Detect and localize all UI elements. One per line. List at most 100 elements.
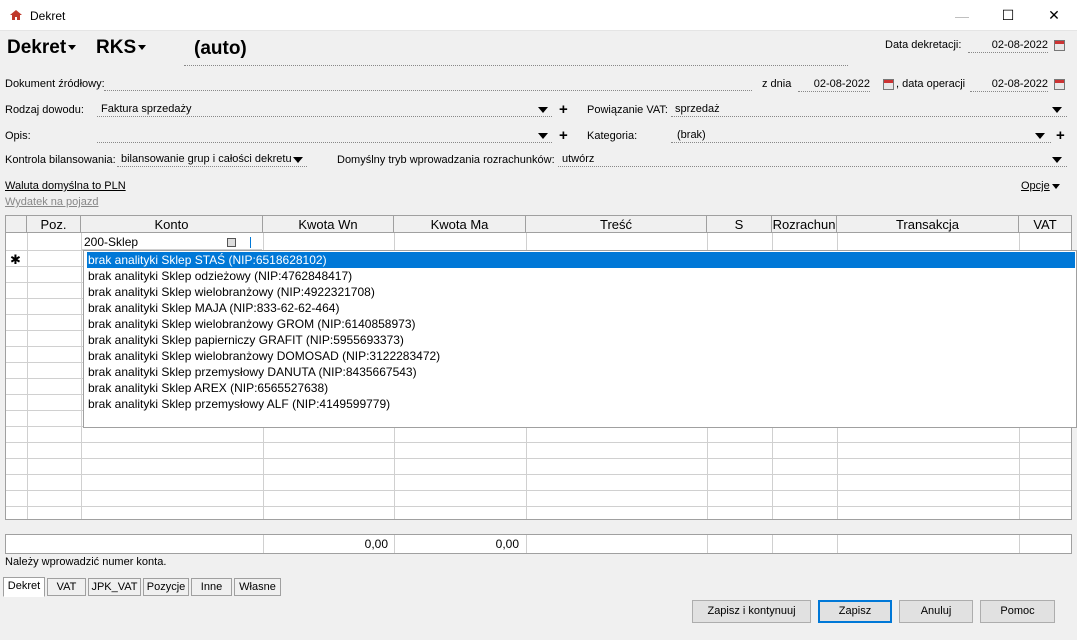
waluta-link[interactable]: Waluta domyślna to PLN (5, 180, 126, 192)
rodzaj-dowodu-value: Faktura sprzedaży (101, 103, 192, 115)
tab-dekret[interactable]: Dekret (3, 577, 45, 597)
konto-suggestion-item[interactable]: brak analityki Sklep papierniczy GRAFIT … (87, 332, 1075, 348)
sum-ma: 0,00 (495, 537, 519, 551)
chevron-down-icon[interactable] (538, 107, 548, 113)
chevron-down-icon[interactable] (1035, 133, 1045, 139)
powiazanie-vat-select[interactable]: sprzedaż (671, 103, 1067, 117)
tab-vat[interactable]: VAT (47, 578, 86, 596)
col-rozrachun[interactable]: Rozrachun (772, 216, 837, 233)
col-s[interactable]: S (707, 216, 772, 233)
chevron-down-icon (138, 45, 147, 51)
grid-row-line (6, 506, 1071, 507)
col-tresc[interactable]: Treść (526, 216, 707, 233)
rodzaj-dowodu-label: Rodzaj dowodu: (5, 104, 84, 116)
kategoria-select[interactable]: (brak) (671, 129, 1051, 143)
text-cursor (250, 237, 251, 248)
grid-column-line (81, 233, 82, 519)
z-dnia-input[interactable]: 02-08-2022 (798, 78, 870, 92)
z-dnia-label: z dnia (762, 78, 792, 90)
opcje-menu[interactable]: Opcje (1021, 180, 1060, 192)
chevron-down-icon[interactable] (1052, 157, 1062, 163)
rodzaj-dowodu-select[interactable]: Faktura sprzedaży (97, 103, 552, 117)
opcje-label: Opcje (1021, 180, 1050, 192)
save-button[interactable]: Zapisz (818, 600, 892, 623)
cancel-button[interactable]: Anuluj (899, 600, 973, 623)
chevron-down-icon (1051, 183, 1060, 189)
help-button[interactable]: Pomoc (980, 600, 1055, 623)
chevron-down-icon (68, 45, 77, 51)
doc-type-selector[interactable]: Dekret (7, 37, 77, 59)
register-selector[interactable]: RKS (96, 37, 147, 59)
doc-type-label: Dekret (7, 37, 67, 58)
dokument-zrodlowy-input[interactable] (104, 77, 752, 91)
konto-suggestion-item[interactable]: brak analityki Sklep przemysłowy DANUTA … (87, 364, 1075, 380)
konto-suggestion-item[interactable]: brak analityki Sklep wielobranżowy GROM … (87, 316, 1075, 332)
konto-suggestion-list[interactable]: brak analityki Sklep STAŚ (NIP:651862810… (83, 250, 1077, 428)
tryb-label: Domyślny tryb wprowadzania rozrachunków: (337, 154, 555, 166)
data-operacji-value: 02-08-2022 (991, 78, 1048, 90)
add-plus-icon[interactable]: + (559, 102, 568, 117)
grid-corner (6, 216, 27, 233)
summary-separator (837, 535, 838, 553)
col-poz[interactable]: Poz. (27, 216, 81, 233)
konto-suggestion-item[interactable]: brak analityki Sklep odzieżowy (NIP:4762… (87, 268, 1075, 284)
calendar-icon[interactable] (883, 79, 894, 90)
chevron-down-icon[interactable] (293, 157, 303, 163)
tryb-select[interactable]: utwórz (558, 153, 1067, 167)
calendar-icon[interactable] (1054, 40, 1065, 51)
data-operacji-input[interactable]: 02-08-2022 (970, 78, 1048, 92)
grid-row-line (6, 458, 1071, 459)
close-button[interactable]: ✕ (1031, 0, 1077, 31)
add-plus-icon[interactable]: + (559, 128, 568, 143)
save-continue-button[interactable]: Zapisz i kontynuuj (692, 600, 811, 623)
konto-input-value: 200-Sklep (84, 235, 139, 249)
col-transakcja[interactable]: Transakcja (837, 216, 1019, 233)
konto-suggestion-item[interactable]: brak analityki Sklep przemysłowy ALF (NI… (87, 396, 1075, 412)
wydatek-link[interactable]: Wydatek na pojazd (5, 196, 98, 208)
chevron-down-icon[interactable] (1052, 107, 1062, 113)
col-vat[interactable]: VAT (1019, 216, 1071, 233)
minimize-button[interactable]: — (939, 0, 985, 31)
col-kwota-ma[interactable]: Kwota Ma (394, 216, 526, 233)
tab-jpk-vat[interactable]: JPK_VAT (88, 578, 141, 596)
register-label: RKS (96, 37, 137, 58)
konto-suggestion-item[interactable]: brak analityki Sklep STAŚ (NIP:651862810… (87, 252, 1075, 268)
grid-column-line (27, 233, 28, 519)
kontrola-select[interactable]: bilansowanie grup i całości dekretu (117, 153, 307, 167)
kategoria-label: Kategoria: (587, 130, 638, 142)
konto-suggestion-item[interactable]: brak analityki Sklep AREX (NIP:656552763… (87, 380, 1075, 396)
grid-row-line (6, 490, 1071, 491)
grid-summary-row: 0,00 0,00 (5, 534, 1072, 554)
powiazanie-vat-label: Powiązanie VAT: (587, 104, 668, 116)
powiazanie-vat-value: sprzedaż (675, 103, 720, 115)
add-plus-icon[interactable]: + (1056, 128, 1065, 143)
tab-wlasne[interactable]: Własne (234, 578, 281, 596)
dokument-zrodlowy-label: Dokument źródłowy: (5, 78, 105, 90)
grid-row-line (6, 474, 1071, 475)
summary-separator (707, 535, 708, 553)
grid-row-line (6, 442, 1071, 443)
col-kwota-wn[interactable]: Kwota Wn (263, 216, 394, 233)
data-operacji-label: , data operacji (896, 78, 966, 90)
data-dekretacji-label: Data dekretacji: (885, 39, 962, 51)
data-dekretacji-input[interactable]: 02-08-2022 (968, 39, 1048, 53)
konto-suggestion-item[interactable]: brak analityki Sklep wielobranżowy DOMOS… (87, 348, 1075, 364)
konto-suggestion-item[interactable]: brak analityki Sklep MAJA (NIP:833-62-62… (87, 300, 1075, 316)
konto-suggestion-item[interactable]: brak analityki Sklep wielobranżowy (NIP:… (87, 284, 1075, 300)
kontrola-value: bilansowanie grup i całości dekretu (121, 153, 292, 165)
document-number: (auto) (194, 38, 247, 59)
tab-pozycje[interactable]: Pozycje (143, 578, 189, 596)
summary-separator (772, 535, 773, 553)
maximize-button[interactable]: ☐ (985, 0, 1031, 31)
opis-select[interactable] (97, 129, 552, 143)
new-row-marker: ✱ (10, 252, 21, 267)
sum-wn: 0,00 (364, 537, 388, 551)
tab-inne[interactable]: Inne (191, 578, 232, 596)
document-number-field[interactable]: (auto) (184, 38, 848, 66)
calendar-icon[interactable] (1054, 79, 1065, 90)
chevron-down-icon[interactable] (538, 133, 548, 139)
list-picker-icon[interactable] (227, 238, 236, 247)
col-konto[interactable]: Konto (81, 216, 263, 233)
title-bar: Dekret — ☐ ✕ (0, 0, 1077, 31)
z-dnia-value: 02-08-2022 (813, 78, 870, 90)
